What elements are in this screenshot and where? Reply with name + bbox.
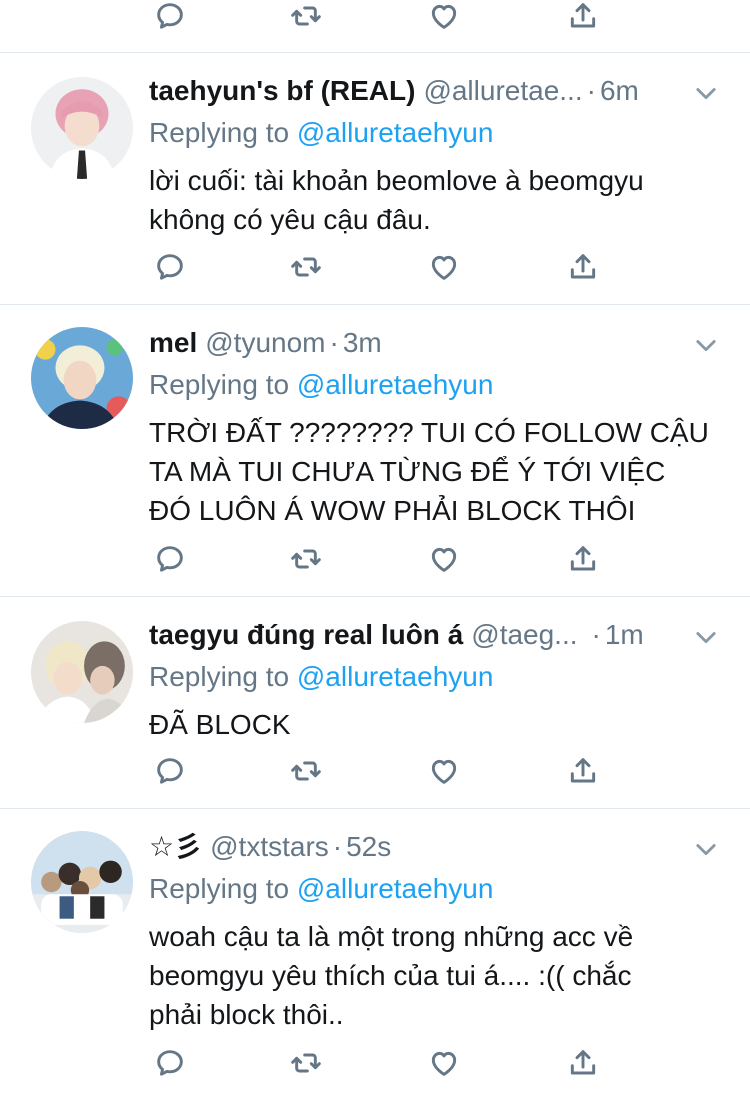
heart-icon <box>428 0 460 32</box>
timestamp[interactable]: 6m <box>600 74 639 108</box>
separator-dot: · <box>591 619 601 651</box>
replying-to-label: Replying to <box>149 117 297 148</box>
timestamp[interactable]: 3m <box>343 326 382 360</box>
share-button[interactable] <box>563 539 603 579</box>
display-name[interactable]: taegyu đúng real luôn á <box>149 618 463 652</box>
like-button[interactable] <box>424 751 464 791</box>
like-button[interactable] <box>424 247 464 287</box>
chevron-down-icon <box>692 835 720 863</box>
user-handle[interactable]: @txtstars <box>210 830 329 864</box>
tweet-header: mel @tyunom · 3m <box>149 321 730 365</box>
heart-icon <box>428 543 460 575</box>
replying-to: Replying to @alluretaehyun <box>149 113 730 152</box>
reply-icon <box>154 0 186 32</box>
heart-icon <box>428 251 460 283</box>
more-options-button[interactable] <box>692 331 720 359</box>
separator-dot: · <box>332 831 343 863</box>
tweet-text: lời cuối: tài khoản beomlove à beomgyu k… <box>149 165 644 235</box>
share-button[interactable] <box>563 0 603 36</box>
tweet-header: taehyun's bf (REAL) @alluretae... · 6m <box>149 69 730 113</box>
user-handle[interactable]: @tyunom <box>205 326 325 360</box>
avatar[interactable] <box>31 831 133 933</box>
replying-to: Replying to @alluretaehyun <box>149 869 730 908</box>
more-options-button[interactable] <box>692 835 720 863</box>
share-icon <box>567 1047 599 1079</box>
like-button[interactable] <box>424 539 464 579</box>
share-icon <box>567 251 599 283</box>
avatar[interactable] <box>31 327 133 429</box>
chevron-down-icon <box>692 623 720 651</box>
retweet-icon <box>290 755 322 787</box>
avatar[interactable] <box>31 77 133 179</box>
replying-to-link[interactable]: @alluretaehyun <box>297 873 494 904</box>
display-name[interactable]: ☆彡 <box>149 830 202 864</box>
share-icon <box>567 0 599 32</box>
separator-dot: · <box>329 327 339 359</box>
replying-to-label: Replying to <box>149 369 297 400</box>
user-handle[interactable]: @alluretae... <box>423 74 582 108</box>
like-button[interactable] <box>424 1043 464 1083</box>
tweet-item[interactable]: ☆彡 @txtstars · 52s Replying to @allureta… <box>0 809 750 1101</box>
tweet-item[interactable]: taegyu đúng real luôn á @taeg... · 1m Re… <box>0 597 750 809</box>
chevron-down-icon <box>692 79 720 107</box>
reply-icon <box>154 755 186 787</box>
timestamp[interactable]: 52s <box>346 830 391 864</box>
retweet-icon <box>290 543 322 575</box>
replying-to-label: Replying to <box>149 873 297 904</box>
reply-icon <box>154 1047 186 1079</box>
avatar[interactable] <box>31 621 133 723</box>
replying-to-link[interactable]: @alluretaehyun <box>297 661 494 692</box>
retweet-button[interactable] <box>286 539 326 579</box>
display-name[interactable]: taehyun's bf (REAL) <box>149 74 415 108</box>
reply-button[interactable] <box>150 247 190 287</box>
retweet-button[interactable] <box>286 0 326 36</box>
share-icon <box>567 543 599 575</box>
tweet-item[interactable]: taehyun's bf (REAL) @alluretae... · 6m R… <box>0 53 750 305</box>
like-button[interactable] <box>424 0 464 36</box>
replying-to-link[interactable]: @alluretaehyun <box>297 369 494 400</box>
separator-dot: · <box>586 75 596 107</box>
reply-button[interactable] <box>150 1043 190 1083</box>
retweet-button[interactable] <box>286 751 326 791</box>
tweet-item[interactable]: mel @tyunom · 3m Replying to @alluretaeh… <box>0 305 750 597</box>
share-button[interactable] <box>563 1043 603 1083</box>
heart-icon <box>428 1047 460 1079</box>
tweet-header: ☆彡 @txtstars · 52s <box>149 825 730 869</box>
user-handle[interactable]: @taeg... <box>471 618 577 652</box>
retweet-icon <box>290 251 322 283</box>
share-button[interactable] <box>563 751 603 791</box>
retweet-icon <box>290 0 322 32</box>
timestamp[interactable]: 1m <box>605 618 644 652</box>
reply-icon <box>154 251 186 283</box>
replying-to-link[interactable]: @alluretaehyun <box>297 117 494 148</box>
more-options-button[interactable] <box>692 623 720 651</box>
reply-icon <box>154 543 186 575</box>
reply-button[interactable] <box>150 0 190 36</box>
reply-button[interactable] <box>150 539 190 579</box>
reply-button[interactable] <box>150 751 190 791</box>
display-name[interactable]: mel <box>149 326 197 360</box>
replying-to: Replying to @alluretaehyun <box>149 365 730 404</box>
tweet-text: ĐÃ BLOCK <box>149 709 291 740</box>
retweet-button[interactable] <box>286 1043 326 1083</box>
replying-to: Replying to @alluretaehyun <box>149 657 730 696</box>
tweet-header: taegyu đúng real luôn á @taeg... · 1m <box>149 613 730 657</box>
retweet-icon <box>290 1047 322 1079</box>
replying-to-label: Replying to <box>149 661 297 692</box>
tweet-text: TRỜI ĐẤT ???????? TUI CÓ FOLLOW CẬU TA M… <box>149 417 709 526</box>
more-options-button[interactable] <box>692 79 720 107</box>
share-icon <box>567 755 599 787</box>
previous-tweet-action-bar <box>0 0 750 53</box>
retweet-button[interactable] <box>286 247 326 287</box>
chevron-down-icon <box>692 331 720 359</box>
heart-icon <box>428 755 460 787</box>
share-button[interactable] <box>563 247 603 287</box>
tweet-text: woah cậu ta là một trong những acc về be… <box>149 921 634 1030</box>
